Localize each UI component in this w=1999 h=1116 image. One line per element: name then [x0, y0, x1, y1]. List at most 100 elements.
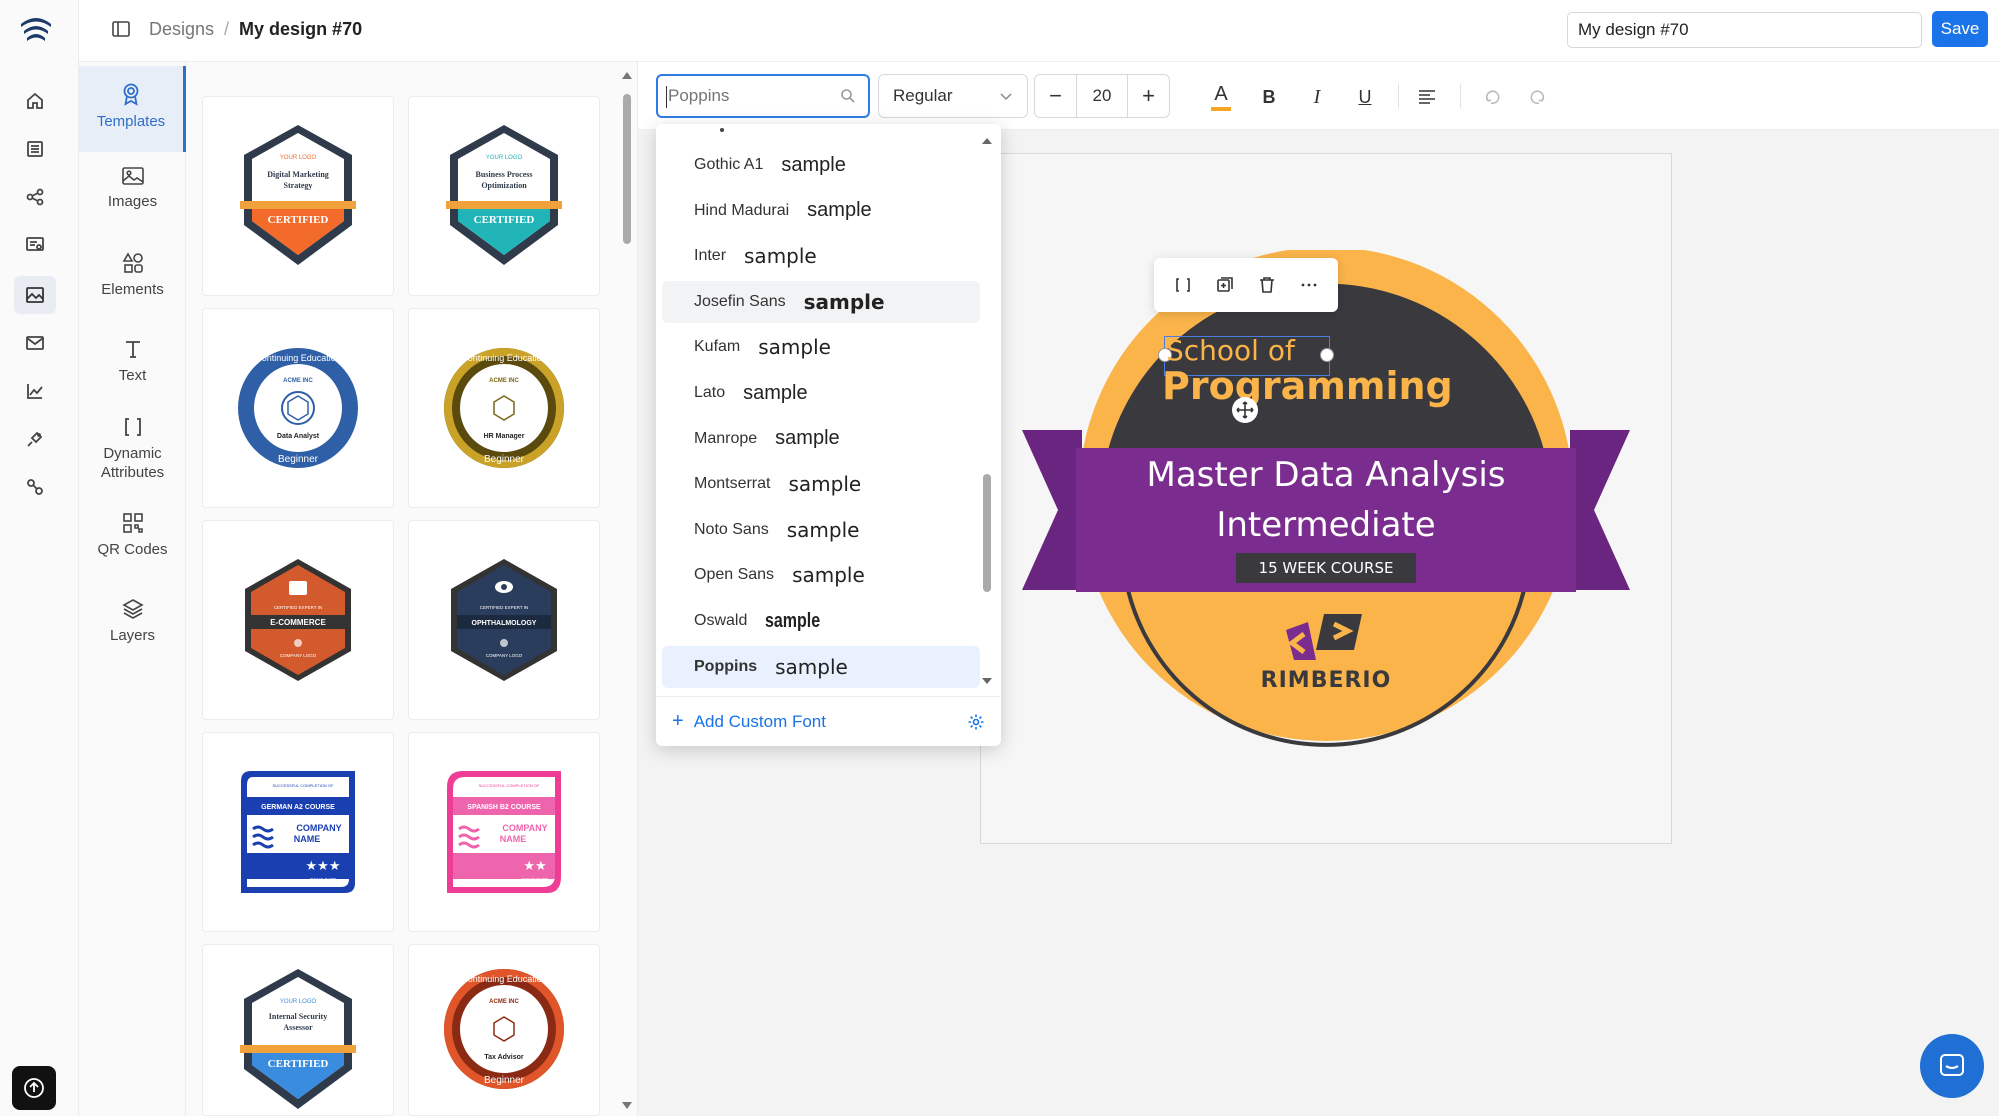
- template-card[interactable]: SUCCESSFUL COMPLETION OF SPANISH B2 COUR…: [408, 732, 600, 932]
- svg-text:CERTIFIED: CERTIFIED: [474, 214, 535, 226]
- font-size-value[interactable]: 20: [1077, 75, 1127, 117]
- app-logo[interactable]: [19, 14, 53, 44]
- font-option-sample: sample: [788, 472, 862, 497]
- font-option[interactable]: Inter sample: [662, 235, 980, 277]
- upload-icon[interactable]: [12, 1066, 56, 1110]
- font-option[interactable]: Josefin Sans sample: [662, 280, 980, 323]
- template-card[interactable]: YOUR LOGO Digital Marketing Strategy CER…: [202, 96, 394, 296]
- font-option[interactable]: Open Sans sample: [662, 554, 980, 596]
- svg-text:Continuing Education: Continuing Education: [461, 353, 547, 363]
- font-size-stepper: − 20 +: [1034, 74, 1170, 118]
- font-search-box[interactable]: [656, 74, 870, 118]
- svg-text:COMPANY LOGO: COMPANY LOGO: [280, 653, 317, 658]
- home-icon[interactable]: [22, 88, 48, 114]
- toolbar-divider: [1460, 84, 1461, 108]
- tool-templates[interactable]: Templates: [79, 66, 186, 152]
- font-list: Gothic A1 sample Hind Madurai sample Inter sa…: [656, 144, 986, 688]
- qr-icon: [122, 513, 143, 533]
- brand-name[interactable]: RIMBERIO: [1256, 668, 1396, 693]
- breadcrumb-designs-link[interactable]: Designs: [149, 0, 214, 58]
- more-options-icon[interactable]: [1300, 276, 1318, 294]
- undo-icon[interactable]: [1476, 76, 1510, 118]
- chat-support-icon[interactable]: [1920, 1034, 1984, 1098]
- design-subtitle-line2[interactable]: Programming: [1162, 364, 1453, 408]
- toolbar-divider: [1398, 84, 1399, 108]
- tool-label: Images: [107, 193, 158, 210]
- font-option[interactable]: Lato sample: [662, 372, 980, 414]
- font-option-sample: sample: [786, 517, 860, 542]
- fit-frame-icon[interactable]: [1174, 276, 1192, 294]
- font-list-scrollbar[interactable]: [980, 134, 994, 694]
- font-option-name: Lato: [694, 384, 726, 401]
- font-option[interactable]: Oswald sample: [662, 600, 980, 642]
- template-card[interactable]: ACME INC HR Manager Continuing Education…: [408, 308, 600, 508]
- redo-icon[interactable]: [1520, 76, 1554, 118]
- font-option[interactable]: Montserrat sample: [662, 463, 980, 505]
- tool-elements[interactable]: Elements: [79, 252, 186, 322]
- svg-text:COMPANY: COMPANY: [296, 823, 341, 833]
- increase-size-button[interactable]: +: [1127, 75, 1169, 117]
- link-icon[interactable]: [22, 474, 48, 500]
- font-option[interactable]: Gothic A1 sample: [662, 144, 980, 186]
- font-dropdown: Gothic A1 sample Hind Madurai sample Inter sa…: [656, 124, 1001, 746]
- svg-text:HR Manager: HR Manager: [484, 433, 525, 440]
- design-subtitle-line1[interactable]: School of: [1166, 334, 1295, 367]
- certificate-icon[interactable]: [22, 232, 48, 258]
- font-option[interactable]: Manrope sample: [662, 418, 980, 460]
- tool-layers[interactable]: Layers: [79, 598, 186, 668]
- svg-text:SPANISH B2 COURSE: SPANISH B2 COURSE: [467, 804, 541, 811]
- templates-scrollbar[interactable]: [622, 72, 632, 1112]
- tool-label: Layers: [109, 627, 156, 644]
- svg-text:Digital Marketing: Digital Marketing: [267, 170, 329, 179]
- svg-text:Continuing Education: Continuing Education: [255, 353, 341, 363]
- save-button[interactable]: Save: [1932, 11, 1988, 47]
- font-weight-select[interactable]: Regular: [878, 74, 1028, 118]
- list-icon[interactable]: [22, 136, 48, 162]
- design-title[interactable]: Master Data Analysis Intermediate: [1076, 450, 1576, 550]
- text-color-button[interactable]: A: [1204, 76, 1238, 118]
- template-card[interactable]: YOUR LOGO Business Process Optimization …: [408, 96, 600, 296]
- share-nodes-icon[interactable]: [22, 184, 48, 210]
- align-left-icon[interactable]: [1410, 76, 1444, 118]
- resize-handle-right[interactable]: [1320, 348, 1334, 362]
- font-search-input[interactable]: [668, 76, 828, 116]
- bold-button[interactable]: B: [1252, 76, 1286, 118]
- move-icon[interactable]: [1232, 397, 1258, 423]
- duplicate-icon[interactable]: [1216, 276, 1234, 294]
- image-gallery-icon[interactable]: [14, 276, 56, 314]
- tool-label: Text: [118, 367, 147, 384]
- settings-gear-icon[interactable]: [967, 713, 985, 731]
- template-thumbnail: SUCCESSFUL COMPLETION OF GERMAN A2 COURS…: [241, 771, 355, 893]
- code-brackets-logo-icon[interactable]: [1282, 612, 1372, 664]
- italic-button[interactable]: I: [1300, 76, 1334, 118]
- font-option[interactable]: Kufam sample: [662, 326, 980, 368]
- mail-icon[interactable]: [22, 330, 48, 356]
- template-card[interactable]: SUCCESSFUL COMPLETION OF GERMAN A2 COURS…: [202, 732, 394, 932]
- underline-button[interactable]: U: [1348, 76, 1382, 118]
- template-card[interactable]: CERTIFIED EXPERT IN OPHTHALMOLOGY COMPAN…: [408, 520, 600, 720]
- template-card[interactable]: YOUR LOGO Internal Security Assessor CER…: [202, 944, 394, 1116]
- tool-dynamic-attributes[interactable]: Dynamic Attributes: [79, 416, 186, 516]
- sidebar-toggle-icon[interactable]: [111, 19, 131, 39]
- tool-images[interactable]: Images: [79, 166, 186, 236]
- svg-text:Business Process: Business Process: [476, 170, 533, 179]
- add-custom-font-link[interactable]: Add Custom Font: [694, 712, 826, 732]
- tool-qr-codes[interactable]: QR Codes: [79, 512, 186, 582]
- course-tag[interactable]: 15 WEEK COURSE: [1236, 553, 1416, 583]
- svg-text:NAME: NAME: [294, 834, 321, 844]
- integrations-icon[interactable]: [22, 426, 48, 452]
- font-option[interactable]: Hind Madurai sample: [662, 190, 980, 232]
- svg-text:ISSUE DATE: ISSUE DATE: [310, 877, 336, 882]
- tool-text[interactable]: Text: [79, 338, 186, 408]
- decrease-size-button[interactable]: −: [1035, 75, 1077, 117]
- design-title-line1: Master Data Analysis: [1146, 455, 1506, 495]
- font-option-sample: sample: [775, 654, 848, 679]
- delete-icon[interactable]: [1258, 276, 1276, 294]
- template-card[interactable]: ACME INC Tax Advisor Continuing Educatio…: [408, 944, 600, 1116]
- template-card[interactable]: CERTIFIED EXPERT IN E-COMMERCE COMPANY L…: [202, 520, 394, 720]
- design-name-input[interactable]: [1567, 12, 1922, 48]
- template-card[interactable]: ACME INC Data Analyst Continuing Educati…: [202, 308, 394, 508]
- font-option[interactable]: Noto Sans sample: [662, 509, 980, 551]
- analytics-icon[interactable]: [22, 378, 48, 404]
- font-option[interactable]: Poppins sample: [662, 645, 980, 688]
